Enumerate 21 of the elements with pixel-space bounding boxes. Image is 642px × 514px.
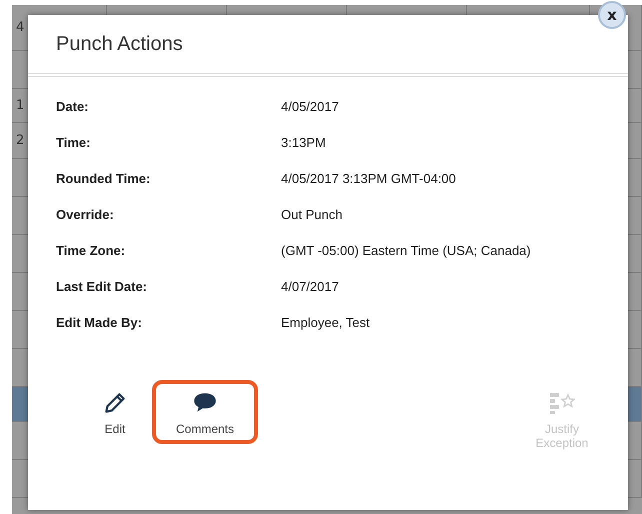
field-value: 3:13PM bbox=[281, 135, 327, 150]
list-star-icon bbox=[549, 390, 575, 416]
field-label: Rounded Time: bbox=[56, 171, 152, 186]
field-value: 4/07/2017 bbox=[281, 279, 340, 294]
field-label: Edit Made By: bbox=[56, 315, 143, 330]
field-value: 4/05/2017 bbox=[281, 99, 340, 114]
field-label: Date: bbox=[56, 99, 90, 114]
field-value: Out Punch bbox=[281, 207, 344, 222]
close-button[interactable]: x bbox=[598, 1, 626, 29]
field-label: Time Zone: bbox=[56, 243, 126, 258]
comments-button[interactable]: Comments bbox=[152, 380, 258, 444]
dialog-title: Punch Actions bbox=[56, 32, 183, 56]
field-value: (GMT -05:00) Eastern Time (USA; Canada) bbox=[281, 243, 532, 258]
field-value: Employee, Test bbox=[281, 315, 371, 330]
field-label: Last Edit Date: bbox=[56, 279, 148, 294]
field-value: 4/05/2017 3:13PM GMT-04:00 bbox=[281, 171, 457, 186]
table-cell: 2 bbox=[16, 133, 24, 148]
field-label: Time: bbox=[56, 135, 92, 150]
table-cell: 1 bbox=[16, 98, 24, 113]
table-cell: 4 bbox=[16, 20, 24, 35]
field-label: Override: bbox=[56, 207, 115, 222]
